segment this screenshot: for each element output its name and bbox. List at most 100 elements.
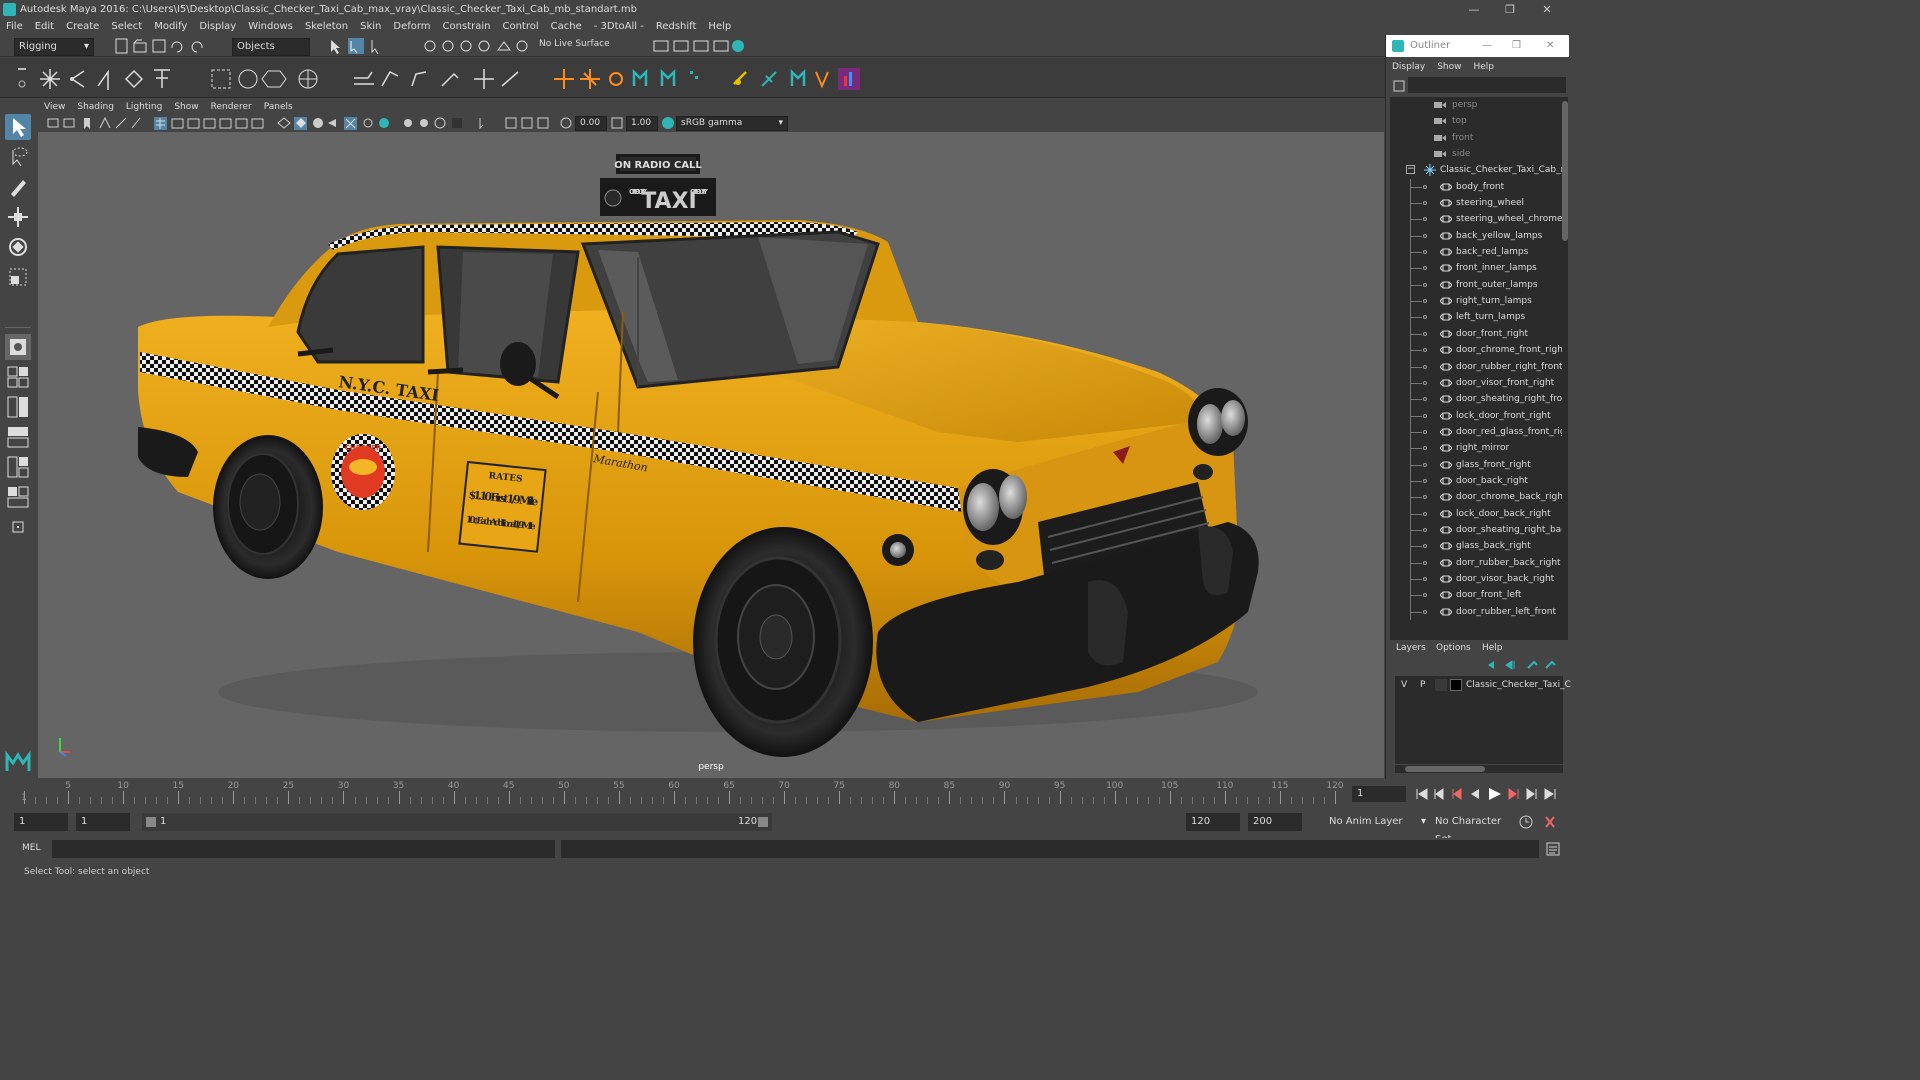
outliner-mesh-row[interactable]: door_back_right	[1390, 472, 1562, 490]
vp-menu-shading[interactable]: Shading	[71, 99, 120, 115]
outliner-mesh-row[interactable]: door_sheating_right_bac	[1390, 521, 1562, 539]
shelf-menu-icon[interactable]	[12, 64, 32, 94]
menu-modify[interactable]: Modify	[148, 19, 193, 35]
layer-tools-icons[interactable]	[1484, 658, 1564, 672]
layer-name[interactable]: Classic_Checker_Taxi_C	[1466, 678, 1571, 692]
layout-graph-icon[interactable]	[5, 454, 31, 480]
outliner-menu-help[interactable]: Help	[1467, 59, 1500, 75]
playback-start-field[interactable]: 1	[76, 813, 130, 831]
outliner-mesh-row[interactable]: door_sheating_right_fron	[1390, 391, 1562, 408]
rotate-tool-icon[interactable]	[5, 234, 31, 260]
outliner-close-button[interactable]: ✕	[1546, 35, 1554, 57]
menu-windows[interactable]: Windows	[242, 19, 299, 35]
menu-deform[interactable]: Deform	[387, 19, 436, 35]
move-tool-icon[interactable]	[5, 204, 31, 230]
outliner-root-row[interactable]: − Classic_Checker_Taxi_Cab_nc	[1390, 162, 1562, 178]
current-frame-field[interactable]: 1	[1352, 786, 1406, 802]
command-input[interactable]	[52, 840, 555, 858]
layer-visibility-toggle[interactable]: V	[1401, 678, 1407, 692]
color-space-dropdown[interactable]: sRGB gamma ▾	[676, 116, 788, 131]
collapse-toggle-icon[interactable]: −	[1406, 165, 1415, 175]
layout-outliner-icon[interactable]	[5, 424, 31, 450]
menu-help[interactable]: Help	[702, 19, 737, 35]
menu-edit[interactable]: Edit	[29, 19, 60, 35]
outliner-mesh-row[interactable]: door_visor_front_right	[1390, 374, 1562, 392]
selection-mode-icons[interactable]	[328, 38, 388, 54]
menu-constrain[interactable]: Constrain	[437, 19, 497, 35]
outliner-menu-display[interactable]: Display	[1386, 59, 1431, 75]
outliner-mesh-row[interactable]: back_red_lamps	[1390, 244, 1562, 261]
outliner-mesh-row[interactable]: door_front_right	[1390, 325, 1562, 343]
layer-playback-toggle[interactable]: P	[1420, 678, 1425, 692]
layer-color-swatch[interactable]	[1450, 679, 1462, 691]
outliner-menu-show[interactable]: Show	[1431, 59, 1467, 75]
filter-icon[interactable]	[1392, 79, 1406, 93]
outliner-camera-row[interactable]: side	[1390, 146, 1562, 162]
outliner-mesh-row[interactable]: front_outer_lamps	[1390, 276, 1562, 294]
outliner-camera-row[interactable]: persp	[1390, 97, 1562, 113]
vp-menu-renderer[interactable]: Renderer	[205, 99, 258, 115]
layer-scrollbar[interactable]	[1395, 765, 1563, 773]
outliner-minimize-button[interactable]: —	[1482, 35, 1492, 57]
color-management-icon[interactable]	[661, 116, 675, 131]
layer-row[interactable]: V P Classic_Checker_Taxi_C	[1395, 678, 1571, 692]
menu-select[interactable]: Select	[105, 19, 148, 35]
lasso-tool-icon[interactable]	[5, 144, 31, 170]
scale-tool-icon[interactable]	[5, 264, 31, 290]
script-lang-label[interactable]: MEL	[22, 843, 40, 853]
gamma-icon[interactable]	[610, 116, 624, 131]
playback-end-field[interactable]: 120	[1186, 813, 1240, 831]
time-ruler[interactable]: 1 5 10 15 20 25 30 35 40 45 50 55 60 65 70 75 80 85 90 95 1…	[21, 779, 1345, 807]
gamma-field[interactable]: 1.00	[626, 116, 658, 131]
outliner-mesh-row[interactable]: door_rubber_left_front	[1390, 603, 1562, 620]
outliner-mesh-row[interactable]: front_inner_lamps	[1390, 260, 1562, 277]
layers-menu-layers[interactable]: Layers	[1390, 640, 1432, 656]
close-button[interactable]: ✕	[1530, 0, 1564, 19]
menu-3dtoall[interactable]: - 3DtoAll -	[588, 19, 650, 35]
layers-menu-options[interactable]: Options	[1430, 640, 1477, 656]
menu-redshift[interactable]: Redshift	[650, 19, 703, 35]
menu-cache[interactable]: Cache	[545, 19, 588, 35]
layers-menu-help[interactable]: Help	[1476, 640, 1509, 656]
script-editor-icon[interactable]	[1545, 841, 1561, 857]
menu-create[interactable]: Create	[60, 19, 105, 35]
outliner-mesh-row[interactable]: door_chrome_front_right	[1390, 342, 1562, 359]
layout-four-icon[interactable]	[5, 364, 31, 390]
anim-prefs-icons[interactable]	[1518, 813, 1563, 831]
outliner-mesh-row[interactable]: left_turn_lamps	[1390, 309, 1562, 326]
outliner-mesh-row[interactable]: door_visor_back_right	[1390, 570, 1562, 588]
file-icons[interactable]	[114, 38, 214, 54]
live-surface-label[interactable]: No Live Surface	[539, 39, 610, 49]
viewport-persp[interactable]: N.Y.C. TAXI CHECKER RATES $1.10 First 1/…	[38, 132, 1384, 778]
outliner-mesh-row[interactable]: right_mirror	[1390, 440, 1562, 457]
layer-reference-toggle[interactable]	[1435, 679, 1447, 691]
render-icons[interactable]	[652, 38, 752, 54]
menu-display[interactable]: Display	[193, 19, 242, 35]
anim-start-field[interactable]: 1	[14, 813, 68, 831]
vp-menu-panels[interactable]: Panels	[258, 99, 299, 115]
viewport-toolbar-icons[interactable]	[46, 116, 576, 131]
menu-skeleton[interactable]: Skeleton	[299, 19, 354, 35]
exposure-field[interactable]: 0.00	[575, 116, 607, 131]
outliner-maximize-button[interactable]: ❐	[1512, 35, 1521, 57]
outliner-mesh-row[interactable]: dorr_rubber_back_right	[1390, 554, 1562, 571]
rigging-tools-icons[interactable]	[550, 66, 865, 92]
outliner-mesh-row[interactable]: door_rubber_right_front	[1390, 358, 1562, 375]
outliner-mesh-row[interactable]: right_turn_lamps	[1390, 293, 1562, 310]
joint-tools-icons[interactable]	[38, 66, 188, 92]
outliner-mesh-row[interactable]: lock_door_front_right	[1390, 407, 1562, 424]
tool-options-icon[interactable]	[5, 514, 31, 540]
range-slider[interactable]: 1 120	[142, 813, 772, 831]
layout-two-icon[interactable]	[5, 394, 31, 420]
outliner-mesh-row[interactable]: steering_wheel	[1390, 195, 1562, 212]
layout-single-icon[interactable]	[5, 334, 31, 360]
minimize-button[interactable]: —	[1457, 0, 1491, 19]
outliner-mesh-row[interactable]: door_front_left	[1390, 587, 1562, 604]
outliner-camera-row[interactable]: top	[1390, 113, 1562, 129]
playback-buttons[interactable]	[1415, 785, 1565, 803]
outliner-mesh-row[interactable]: glass_front_right	[1390, 456, 1562, 473]
snap-icons[interactable]	[422, 38, 532, 54]
menu-file[interactable]: File	[0, 19, 29, 35]
skin-tools-icons[interactable]	[208, 66, 323, 92]
anim-layer-dropdown[interactable]: No Anim Layer ▾	[1324, 813, 1426, 831]
